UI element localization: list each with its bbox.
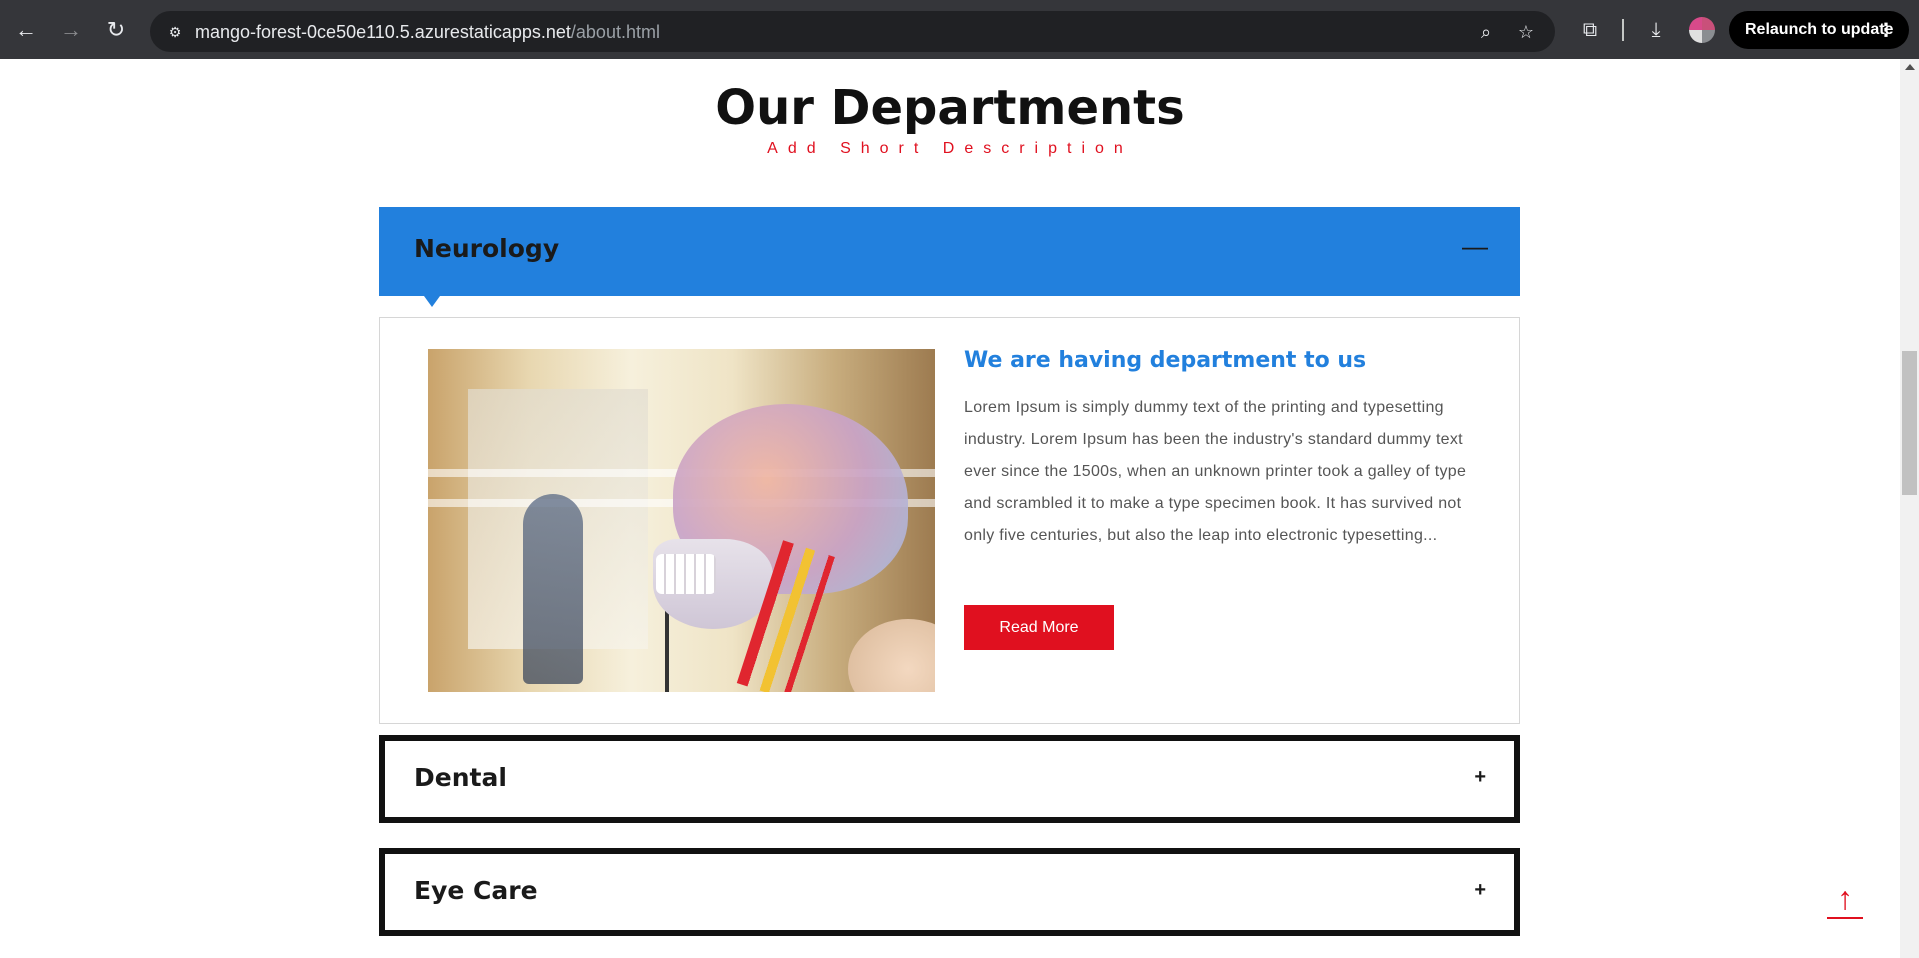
puzzle-icon[interactable]: ⧉ bbox=[1576, 16, 1604, 44]
accordion-title: Neurology bbox=[414, 234, 560, 263]
read-more-button[interactable]: Read More bbox=[964, 605, 1114, 650]
accordion-header-eye-care[interactable]: Eye Care + bbox=[379, 848, 1520, 936]
accordion-header-dental[interactable]: Dental + bbox=[379, 735, 1520, 823]
reload-icon[interactable]: ↻ bbox=[100, 14, 132, 46]
back-to-top-button[interactable]: ↑ bbox=[1827, 882, 1863, 919]
department-image bbox=[428, 349, 935, 692]
accordion-notch bbox=[424, 296, 440, 307]
star-icon[interactable]: ☆ bbox=[1514, 20, 1538, 44]
accordion-header-neurology[interactable]: Neurology — bbox=[379, 207, 1520, 296]
kebab-menu-icon[interactable]: ⋮ bbox=[1877, 11, 1895, 49]
department-heading: We are having department to us bbox=[964, 348, 1367, 373]
expand-icon[interactable]: + bbox=[1474, 879, 1486, 902]
download-icon[interactable]: ⤓ bbox=[1642, 16, 1670, 44]
scroll-up-arrow-icon[interactable] bbox=[1905, 64, 1915, 70]
accordion-title: Eye Care bbox=[414, 876, 538, 905]
collapse-icon[interactable]: — bbox=[1462, 231, 1488, 262]
accordion-title: Dental bbox=[414, 763, 507, 792]
url-text[interactable]: mango-forest-0ce50e110.5.azurestaticapps… bbox=[195, 21, 660, 43]
page-scrollbar[interactable] bbox=[1900, 59, 1919, 958]
expand-icon[interactable]: + bbox=[1474, 766, 1486, 789]
profile-avatar[interactable] bbox=[1689, 17, 1715, 43]
forward-arrow-icon[interactable]: → bbox=[55, 14, 87, 46]
zoom-icon[interactable]: ⌕ bbox=[1474, 20, 1498, 44]
browser-toolbar: ← → ↻ ⚙ mango-forest-0ce50e110.5.azurest… bbox=[0, 0, 1919, 59]
toolbar-divider bbox=[1622, 19, 1624, 41]
department-description: Lorem Ipsum is simply dummy text of the … bbox=[964, 399, 1467, 544]
site-info-icon[interactable]: ⚙ bbox=[164, 21, 186, 43]
relaunch-label: Relaunch to update bbox=[1745, 21, 1894, 38]
section-title: Our Departments bbox=[715, 80, 1185, 136]
relaunch-button[interactable]: Relaunch to update ⋮ bbox=[1729, 11, 1909, 49]
scrollbar-thumb[interactable] bbox=[1902, 351, 1917, 495]
back-arrow-icon[interactable]: ← bbox=[10, 14, 42, 46]
section-description: Add Short Description bbox=[767, 140, 1133, 157]
address-bar[interactable]: ⚙ mango-forest-0ce50e110.5.azurestaticap… bbox=[150, 11, 1555, 52]
